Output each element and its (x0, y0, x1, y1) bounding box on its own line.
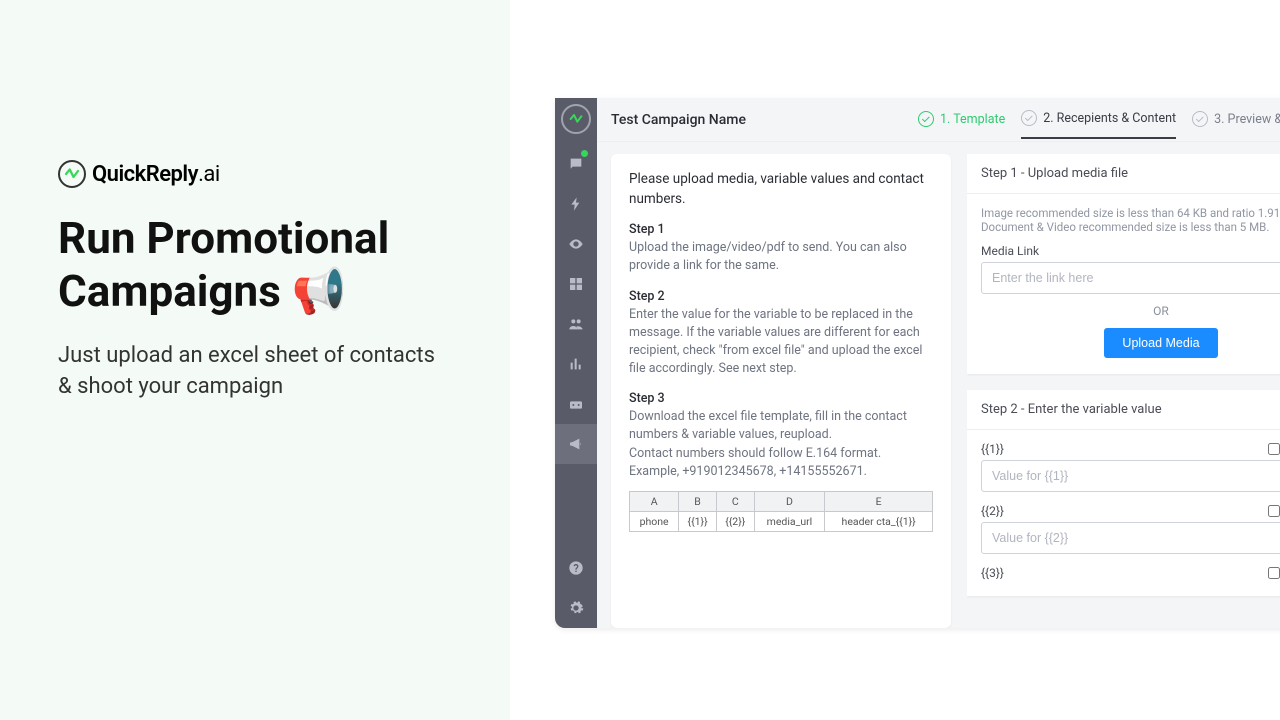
step3-text1: Download the excel file template, fill i… (629, 408, 933, 444)
var3-from-excel[interactable]: From Excel (1268, 566, 1280, 580)
var1-from-excel[interactable]: From Excel (1268, 442, 1280, 456)
var-row-2: {{2}} From Excel (981, 504, 1280, 554)
nav-help-icon[interactable] (555, 548, 597, 588)
or-separator: OR (981, 304, 1280, 318)
var3-from-excel-checkbox[interactable] (1268, 567, 1280, 579)
step-template[interactable]: 1. Template (918, 101, 1005, 138)
var2-label: {{2}} (981, 504, 1004, 518)
var-row-3: {{3}} From Excel (981, 566, 1280, 580)
step3-text2: Contact numbers should follow E.164 form… (629, 445, 933, 463)
step3-label: Step 3 (629, 390, 933, 408)
var1-input[interactable] (981, 460, 1280, 492)
nav-megaphone-icon[interactable] (555, 424, 597, 464)
campaign-name: Test Campaign Name (611, 112, 746, 128)
step2-text: Enter the value for the variable to be r… (629, 306, 933, 379)
var2-from-excel[interactable]: From Excel (1268, 504, 1280, 518)
app-logo-icon (561, 104, 591, 134)
upload-media-button[interactable]: Upload Media (1104, 328, 1217, 358)
sidebar (555, 98, 597, 628)
brand-logo-mark (58, 160, 86, 188)
brand-logo-text: QuickReply.ai (92, 162, 220, 187)
topbar: Test Campaign Name 1. Template 2. Recepi… (597, 98, 1280, 142)
var2-from-excel-checkbox[interactable] (1268, 505, 1280, 517)
step-preview[interactable]: 3. Preview & Test (1192, 101, 1280, 138)
nav-eye-icon[interactable] (555, 224, 597, 264)
media-link-label: Media Link (981, 244, 1280, 258)
step-recipients[interactable]: 2. Recepients & Content (1021, 100, 1176, 139)
nav-chart-icon[interactable] (555, 344, 597, 384)
var1-from-excel-checkbox[interactable] (1268, 443, 1280, 455)
variable-values-panel: Step 2 - Enter the variable value {{1}} … (967, 390, 1280, 596)
step1-label: Step 1 (629, 221, 933, 239)
var-row-1: {{1}} From Excel (981, 442, 1280, 492)
nav-settings-icon[interactable] (555, 588, 597, 628)
nav-chat-icon[interactable] (555, 144, 597, 184)
app-window: Test Campaign Name 1. Template 2. Recepi… (555, 98, 1280, 628)
hero-subtitle: Just upload an excel sheet of contacts &… (58, 340, 438, 404)
wizard-steps: 1. Template 2. Recepients & Content 3. P… (918, 100, 1280, 139)
nav-grid-icon[interactable] (555, 264, 597, 304)
upload-hint: Image recommended size is less than 64 K… (981, 206, 1280, 234)
vars-panel-title: Step 2 - Enter the variable value (967, 390, 1280, 430)
var3-label: {{3}} (981, 566, 1004, 580)
example-table: A B C D E phone {{1}} {{2}} media_url he… (629, 491, 933, 532)
nav-bolt-icon[interactable] (555, 184, 597, 224)
var2-input[interactable] (981, 522, 1280, 554)
step1-text: Upload the image/video/pdf to send. You … (629, 239, 933, 275)
hero-title: Run Promotional Campaigns 📢 (58, 212, 470, 318)
instructions-card: Please upload media, variable values and… (611, 154, 951, 628)
step2-label: Step 2 (629, 288, 933, 306)
step3-text3: Example, +919012345678, +14155552671. (629, 463, 933, 481)
right-column: Step 1 - Upload media file Image recomme… (967, 154, 1280, 628)
brand-logo: QuickReply.ai (58, 160, 470, 188)
nav-bot-icon[interactable] (555, 384, 597, 424)
content-area: Please upload media, variable values and… (597, 154, 1280, 628)
hero-panel: QuickReply.ai Run Promotional Campaigns … (0, 0, 510, 720)
var1-label: {{1}} (981, 442, 1004, 456)
upload-panel-title: Step 1 - Upload media file (967, 154, 1280, 194)
media-link-input[interactable] (981, 262, 1280, 294)
instructions-intro: Please upload media, variable values and… (629, 170, 933, 209)
upload-media-panel: Step 1 - Upload media file Image recomme… (967, 154, 1280, 374)
nav-users-icon[interactable] (555, 304, 597, 344)
